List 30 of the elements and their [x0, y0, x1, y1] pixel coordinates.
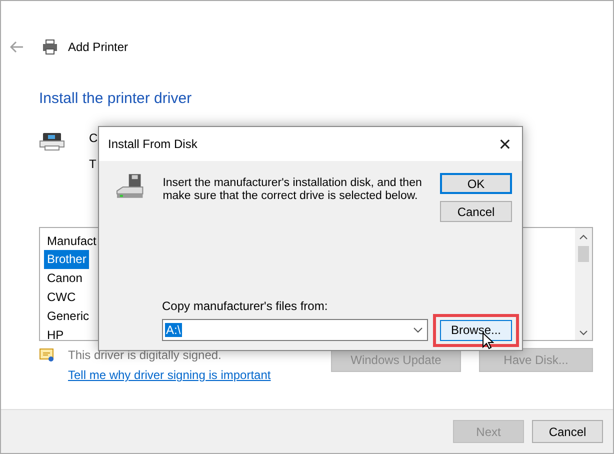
printer-icon	[42, 39, 58, 55]
list-item[interactable]: Brother	[44, 250, 90, 269]
column-header: Manufact	[46, 233, 98, 250]
certificate-icon	[39, 348, 55, 362]
dialog-button[interactable]: Cancel	[440, 201, 512, 222]
instruction-text: C	[89, 131, 98, 145]
printer-icon	[39, 131, 65, 151]
list-item[interactable]: Canon	[44, 269, 86, 288]
page-heading: Install the printer driver	[39, 90, 193, 107]
scrollbar[interactable]	[575, 228, 592, 340]
list-item[interactable]: HP	[44, 326, 67, 340]
signature-status: This driver is digitally signed.	[68, 348, 222, 362]
dialog-button[interactable]: OK	[440, 173, 512, 194]
scroll-up-icon[interactable]	[579, 234, 588, 240]
dialog-title: Install From Disk	[108, 137, 198, 151]
browse-button[interactable]: Browse...	[440, 320, 512, 340]
help-link[interactable]: Tell me why driver signing is important	[68, 368, 313, 382]
footer-button[interactable]: Cancel	[532, 420, 603, 443]
scroll-thumb[interactable]	[578, 246, 589, 262]
back-arrow-icon[interactable]	[10, 41, 24, 53]
scroll-down-icon[interactable]	[579, 330, 588, 336]
dialog-message: Insert the manufacturer's installation disk, and then make sure that the correct drive is selected below.	[162, 177, 422, 204]
instruction-text: T	[89, 157, 98, 171]
copy-label: Copy manufacturer's files from:	[162, 299, 329, 313]
close-button[interactable]: ✕	[488, 129, 522, 159]
path-combo-box[interactable]: A:\	[162, 319, 428, 341]
disk-drive-icon	[115, 173, 145, 201]
list-item[interactable]: CWC	[44, 288, 79, 307]
list-item[interactable]: Generic	[44, 307, 92, 326]
window-title: Add Printer	[68, 40, 128, 54]
